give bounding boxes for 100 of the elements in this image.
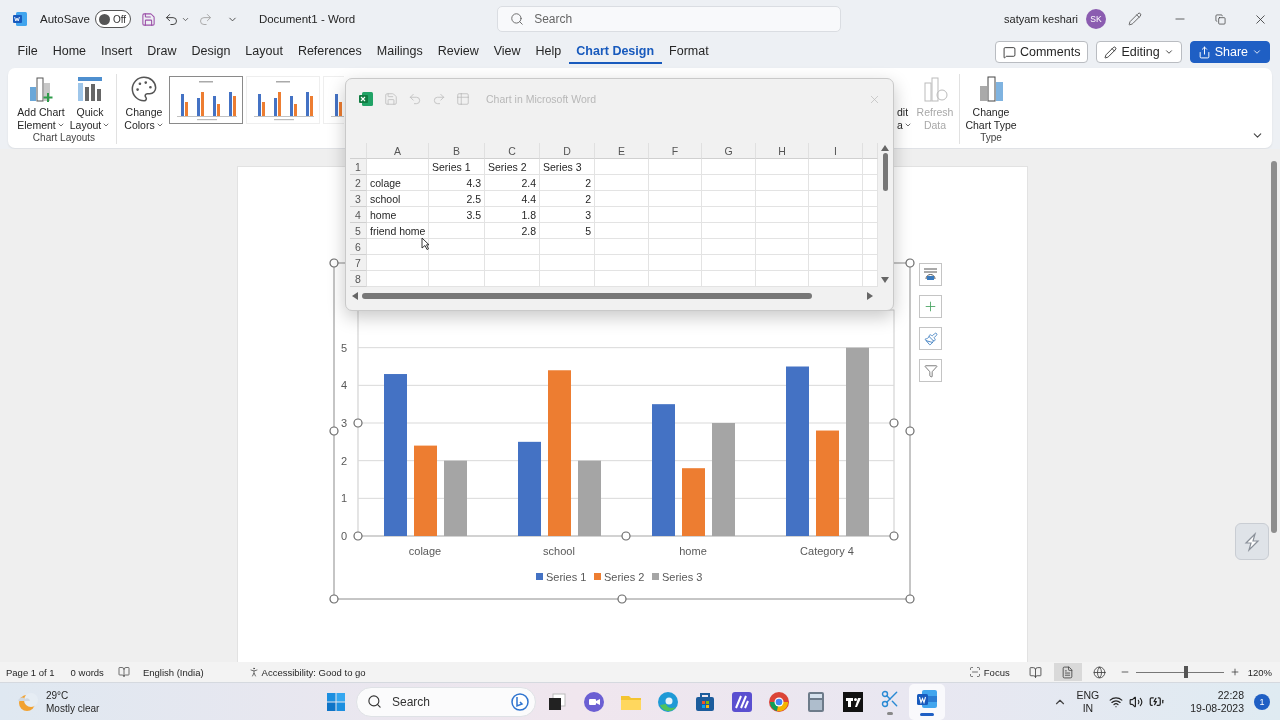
group-label: Chart Layouts	[31, 132, 97, 145]
menu-tab[interactable]: Insert	[93, 40, 140, 64]
taskbar-app[interactable]	[909, 683, 945, 720]
row-header[interactable]: 2	[350, 175, 367, 191]
scroll-left-icon[interactable]	[352, 292, 358, 300]
pen-icon[interactable]	[1128, 12, 1142, 26]
column-header[interactable]: F	[649, 143, 702, 159]
focus-icon[interactable]	[968, 666, 981, 678]
wifi-icon[interactable]	[1109, 694, 1124, 709]
word-logo-icon	[12, 11, 28, 27]
menu-tab[interactable]: Review	[430, 40, 487, 64]
table-cell	[485, 255, 540, 271]
row-header[interactable]: 5	[350, 223, 367, 239]
scrollbar-thumb[interactable]	[882, 153, 888, 191]
save-icon[interactable]	[140, 11, 156, 27]
menu-tab[interactable]: Layout	[237, 40, 291, 64]
scrollbar-thumb[interactable]	[1271, 161, 1277, 533]
axis-label: 1	[340, 492, 347, 505]
volume-icon[interactable]	[1129, 694, 1144, 709]
resize-handle[interactable]	[617, 594, 627, 604]
user-avatar[interactable]: SK	[1086, 9, 1106, 29]
scroll-right-icon[interactable]	[867, 292, 873, 300]
row-header[interactable]: 6	[350, 239, 367, 255]
ribbon-button[interactable]: Quick Layout	[68, 72, 112, 132]
scroll-down-icon[interactable]	[881, 277, 889, 283]
column-header[interactable]: D	[540, 143, 595, 159]
proofing-icon[interactable]	[117, 666, 130, 678]
menu-tab[interactable]: Chart Design	[568, 40, 662, 64]
table-cell	[649, 191, 702, 207]
resize-handle[interactable]	[621, 531, 631, 541]
resize-handle[interactable]	[889, 531, 899, 541]
share-button[interactable]: Share	[1189, 41, 1270, 63]
search-field[interactable]: Search	[497, 6, 842, 32]
resize-handle[interactable]	[905, 594, 915, 604]
slider-thumb[interactable]	[1183, 666, 1188, 678]
share-icon	[1197, 45, 1211, 59]
assistant-button[interactable]	[1235, 523, 1269, 560]
table-cell: home	[367, 207, 429, 223]
editing-button[interactable]: Editing	[1096, 41, 1182, 63]
scrollbar-thumb[interactable]	[362, 293, 812, 299]
table-cell	[756, 159, 809, 175]
row-header[interactable]: 4	[350, 207, 367, 223]
menu-tab[interactable]: Design	[183, 40, 238, 64]
restore-icon[interactable]	[1214, 13, 1226, 25]
column-header[interactable]: H	[756, 143, 809, 159]
row-header[interactable]: 8	[350, 271, 367, 287]
column-header[interactable]: A	[367, 143, 429, 159]
column-header[interactable]: G	[702, 143, 756, 159]
resize-handle[interactable]	[329, 426, 339, 436]
resize-handle[interactable]	[329, 258, 339, 268]
notification-badge[interactable]: 1	[1254, 693, 1270, 710]
menu-tab[interactable]: Draw	[139, 40, 184, 64]
table-cell	[649, 175, 702, 191]
table-cell	[809, 159, 863, 175]
autosave-toggle[interactable]: Off	[94, 10, 131, 28]
scroll-up-icon[interactable]	[881, 145, 889, 151]
column-header[interactable]: E	[595, 143, 649, 159]
layout-options-button[interactable]	[919, 263, 942, 286]
menu-tab[interactable]: Mailings	[369, 40, 431, 64]
undo-icon[interactable]	[163, 11, 179, 27]
ribbon-button[interactable]: dit a	[897, 72, 913, 132]
table-cell	[863, 239, 878, 255]
row-header[interactable]: 7	[350, 255, 367, 271]
paintbrush-icon	[923, 331, 938, 346]
menu-tab[interactable]: Format	[661, 40, 717, 64]
menu-tab[interactable]: Home	[45, 40, 94, 64]
resize-handle[interactable]	[329, 594, 339, 604]
zoom-in-icon[interactable]	[1229, 667, 1240, 677]
column-header[interactable]: B	[429, 143, 485, 159]
menu-tab[interactable]: Help	[528, 40, 569, 64]
table-cell	[540, 271, 595, 287]
chart-styles-button[interactable]	[919, 327, 942, 350]
table-cell	[595, 175, 649, 191]
battery-icon[interactable]	[1149, 694, 1165, 709]
row-header[interactable]: 3	[350, 191, 367, 207]
start-icon[interactable]	[326, 691, 346, 712]
taskbar-search-field[interactable]: Search	[356, 686, 536, 717]
table-cell	[649, 207, 702, 223]
word-count: 0 words	[70, 666, 104, 678]
chart-filter-button[interactable]	[919, 359, 942, 382]
ribbon-button[interactable]: Change Colors	[121, 72, 167, 132]
chart-elements-button[interactable]	[919, 295, 942, 318]
resize-handle[interactable]	[353, 418, 363, 428]
view-button[interactable]	[1053, 663, 1082, 681]
resize-handle[interactable]	[353, 531, 363, 541]
menu-tab[interactable]: References	[290, 40, 370, 64]
scissors-icon	[880, 688, 900, 709]
column-header[interactable]: C	[485, 143, 540, 159]
bing-icon	[511, 692, 529, 711]
row-header[interactable]: 1	[350, 159, 367, 175]
menu-tab[interactable]: View	[486, 40, 529, 64]
chart-style-thumbnail[interactable]	[169, 76, 243, 124]
resize-handle[interactable]	[905, 258, 915, 268]
comments-button[interactable]: Comments	[994, 41, 1089, 63]
plus-icon	[923, 299, 938, 314]
table-cell	[809, 207, 863, 223]
column-header[interactable]: I	[809, 143, 863, 159]
ribbon-button[interactable]: Add Chart Element	[16, 72, 66, 132]
ribbon-button[interactable]: Change Chart Type	[964, 72, 1018, 132]
menu-tab[interactable]: File	[10, 40, 46, 64]
